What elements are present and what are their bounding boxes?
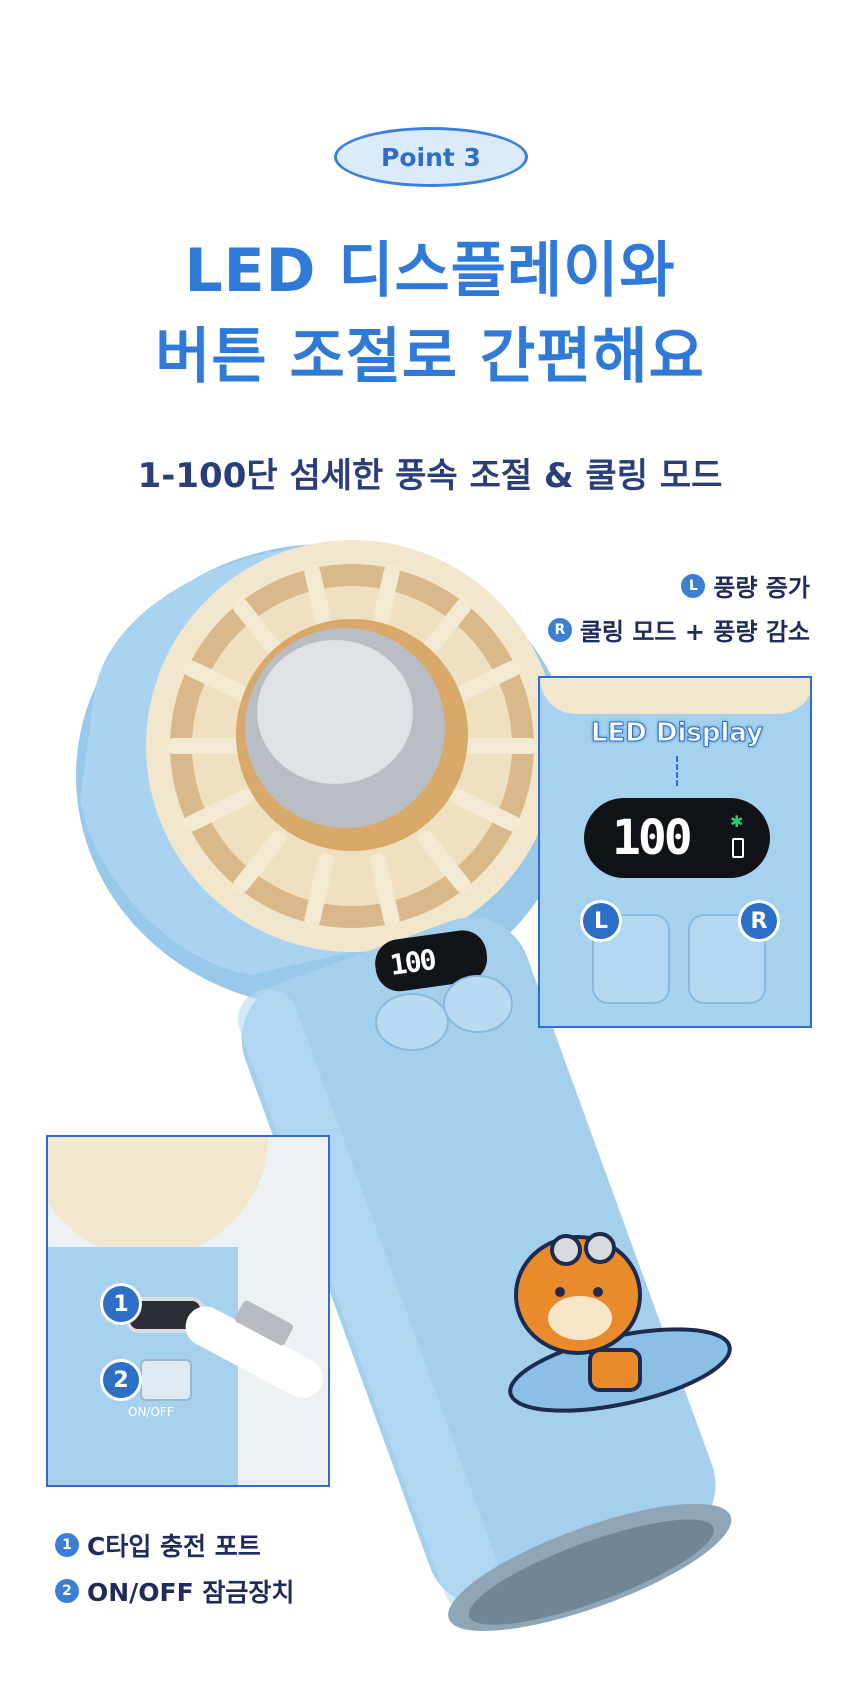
handle-button-right [443, 975, 513, 1033]
led-display-label: LED Display [590, 718, 764, 749]
inset-screen: 100 ✱ [584, 798, 770, 878]
label-pointer [676, 756, 678, 786]
display-inset: LED Display 100 ✱ L R [538, 676, 812, 1028]
handle-display-value: 100 [387, 943, 437, 982]
switch-label: ON/OFF [128, 1405, 174, 1419]
port-inset-fan-ring [48, 1137, 268, 1257]
legend-item-2: 2 ON/OFF 잠금장치 [55, 1573, 294, 1609]
lock-switch [140, 1359, 192, 1401]
battery-icon [732, 838, 744, 858]
inset-screen-value: 100 [612, 810, 693, 866]
legend-item-1: 1 C타입 충전 포트 [55, 1527, 261, 1563]
handle-button-left [375, 993, 449, 1051]
marker-2: 2 [100, 1359, 142, 1401]
fan-cap-highlight [257, 640, 413, 784]
inset-fan-ring [540, 678, 810, 714]
legend-key-2: 2 [55, 1579, 79, 1603]
marker-1: 1 [100, 1283, 142, 1325]
legend-text-1: C타입 충전 포트 [87, 1532, 261, 1561]
character-sticker [508, 1232, 732, 1413]
badge-l: L [580, 900, 622, 942]
legend-text-2: ON/OFF 잠금장치 [87, 1578, 295, 1607]
legend-key-1: 1 [55, 1533, 79, 1557]
badge-r: R [738, 900, 780, 942]
cooling-icon: ✱ [730, 812, 744, 831]
port-inset: ON/OFF 1 2 [46, 1135, 330, 1487]
